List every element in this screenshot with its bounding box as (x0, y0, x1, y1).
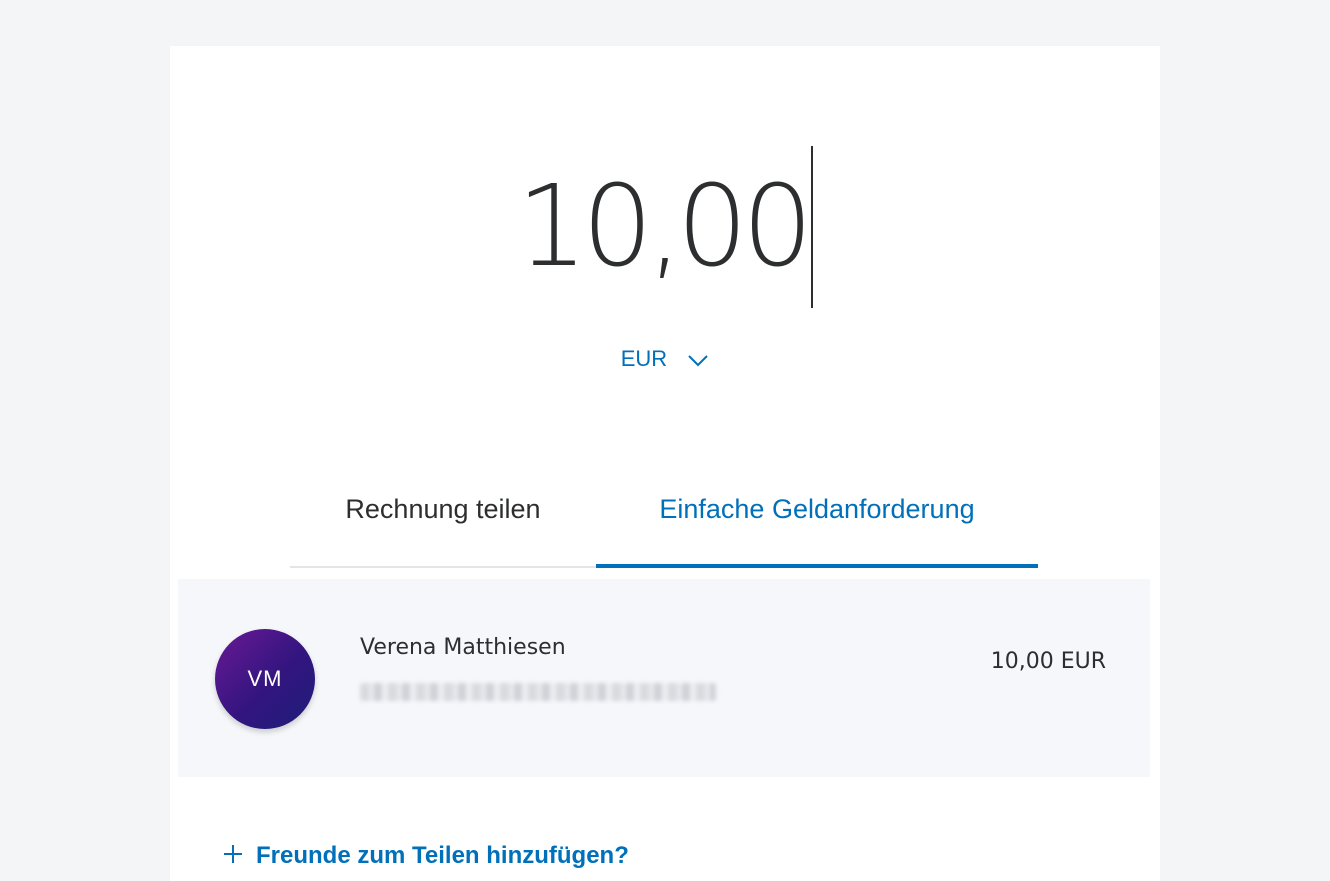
recipient-name: Verena Matthiesen (360, 635, 566, 660)
tab-split-bill-label: Rechnung teilen (345, 494, 541, 524)
recipient-row[interactable]: VM Verena Matthiesen 10,00 EUR (178, 579, 1150, 777)
currency-code: EUR (620, 346, 668, 371)
active-tab-indicator (596, 564, 1038, 568)
avatar: VM (215, 629, 315, 729)
tab-simple-request[interactable]: Einfache Geldanforderung (596, 484, 1038, 568)
text-cursor (811, 146, 814, 308)
add-friends-link[interactable]: Freunde zum Teilen hinzufügen? (222, 842, 629, 870)
chevron-down-icon (688, 355, 708, 367)
tab-split-bill[interactable]: Rechnung teilen (290, 484, 596, 568)
amount-value[interactable]: 10,00 (517, 152, 814, 302)
tab-simple-request-label: Einfache Geldanforderung (659, 494, 975, 524)
recipient-email-redacted (360, 683, 716, 701)
amount-input[interactable]: 10,00 (170, 146, 1160, 308)
request-money-card: 10,00 EUR Rechnung teilen Einfache Gelda… (170, 46, 1160, 881)
add-friends-label: Freunde zum Teilen hinzufügen? (256, 842, 629, 869)
recipient-amount: 10,00 EUR (990, 649, 1106, 674)
plus-icon (224, 845, 242, 863)
request-type-tabs: Rechnung teilen Einfache Geldanforderung (290, 484, 1038, 568)
currency-selector[interactable]: EUR (170, 346, 1160, 372)
